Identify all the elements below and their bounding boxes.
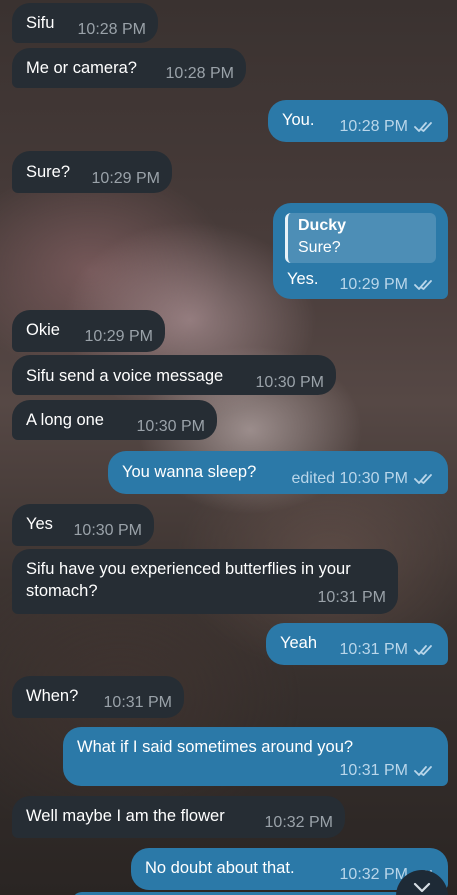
message-text: You wanna sleep? bbox=[122, 463, 257, 481]
message-time: 10:31 PM bbox=[339, 762, 408, 779]
message-time-wrap: 10:31 PM bbox=[340, 760, 436, 782]
message-time: 10:30 PM bbox=[73, 522, 142, 539]
double-check-icon bbox=[414, 644, 436, 656]
message-text: When? bbox=[26, 687, 79, 705]
incoming-message[interactable]: Okie 10:29 PM bbox=[12, 310, 165, 352]
message-time: 10:28 PM bbox=[339, 118, 408, 135]
double-check-icon bbox=[414, 279, 436, 291]
message-time-wrap: 10:31 PM bbox=[340, 639, 436, 661]
message-time-wrap: 10:29 PM bbox=[85, 326, 153, 348]
message-time: 10:31 PM bbox=[317, 589, 386, 606]
message-time: 10:31 PM bbox=[339, 641, 408, 658]
incoming-message[interactable]: Sure? 10:29 PM bbox=[12, 151, 172, 193]
incoming-message[interactable]: Well maybe I am the flower 10:32 PM bbox=[12, 796, 345, 838]
message-time-wrap: 10:29 PM bbox=[340, 274, 436, 296]
double-check-icon bbox=[414, 121, 436, 133]
message-text: Yes. bbox=[287, 270, 319, 288]
message-time-wrap: 10:31 PM bbox=[104, 692, 172, 714]
message-text: Sifu send a voice message bbox=[26, 367, 224, 385]
message-time-wrap: 10:28 PM bbox=[340, 116, 436, 138]
message-text: What if I said sometimes around you? bbox=[77, 738, 354, 756]
chat-history[interactable]: Sifu 10:28 PM Me or camera? 10:28 PM You… bbox=[0, 0, 457, 895]
double-check-icon bbox=[414, 765, 436, 777]
message-time: 10:29 PM bbox=[339, 276, 408, 293]
outgoing-message[interactable]: You. 10:28 PM bbox=[268, 100, 448, 142]
message-time-wrap: 10:30 PM bbox=[137, 416, 205, 438]
message-time-wrap: 10:28 PM bbox=[166, 63, 234, 85]
message-text: Me or camera? bbox=[26, 59, 137, 77]
message-text-line: Sifu have you experienced butterflies in… bbox=[26, 560, 351, 578]
incoming-message[interactable]: When? 10:31 PM bbox=[12, 676, 184, 718]
message-time: 10:31 PM bbox=[103, 694, 172, 711]
reply-preview[interactable]: Ducky Sure? bbox=[285, 213, 436, 263]
message-text: Well maybe I am the flower bbox=[26, 807, 225, 825]
outgoing-message[interactable]: You wanna sleep? edited 10:30 PM bbox=[108, 451, 448, 494]
reply-author: Ducky bbox=[298, 217, 347, 234]
outgoing-message[interactable]: Yeah 10:31 PM bbox=[266, 623, 448, 665]
outgoing-message[interactable]: What if I said sometimes around you? 10:… bbox=[63, 727, 448, 786]
message-text: You. bbox=[282, 111, 315, 129]
message-time: 10:29 PM bbox=[84, 328, 153, 345]
message-time-wrap: 10:32 PM bbox=[265, 812, 333, 834]
chevron-down-icon bbox=[412, 880, 432, 895]
incoming-message[interactable]: Me or camera? 10:28 PM bbox=[12, 48, 246, 88]
incoming-message[interactable]: Sifu have you experienced butterflies in… bbox=[12, 549, 398, 614]
double-check-icon bbox=[414, 473, 436, 485]
message-text: Sure? bbox=[26, 163, 71, 181]
message-text: No doubt about that. bbox=[145, 859, 295, 877]
message-text: A long one bbox=[26, 411, 104, 429]
message-time-wrap: 10:28 PM bbox=[78, 19, 146, 41]
message-time: 10:30 PM bbox=[255, 374, 324, 391]
incoming-message[interactable]: A long one 10:30 PM bbox=[12, 400, 217, 440]
outgoing-message[interactable]: Ducky Sure? Yes. 10:29 PM bbox=[273, 203, 448, 299]
reply-text: Sure? bbox=[298, 239, 341, 256]
message-time: edited 10:30 PM bbox=[291, 470, 408, 487]
message-time-wrap: 10:29 PM bbox=[92, 168, 160, 190]
message-text: Yeah bbox=[280, 634, 318, 652]
message-text: Yes bbox=[26, 515, 53, 533]
message-time: 10:28 PM bbox=[77, 21, 146, 38]
message-time: 10:32 PM bbox=[339, 866, 408, 883]
message-time-wrap: 10:31 PM bbox=[318, 587, 386, 609]
message-text: Sifu bbox=[26, 14, 55, 32]
incoming-message[interactable]: Sifu 10:28 PM bbox=[12, 3, 158, 43]
message-time: 10:32 PM bbox=[264, 814, 333, 831]
incoming-message[interactable]: Yes 10:30 PM bbox=[12, 504, 154, 546]
message-text: Okie bbox=[26, 321, 60, 339]
message-time-wrap: 10:30 PM bbox=[74, 520, 142, 542]
incoming-message[interactable]: Sifu send a voice message 10:30 PM bbox=[12, 355, 336, 395]
message-time-wrap: edited 10:30 PM bbox=[291, 468, 436, 490]
message-time: 10:29 PM bbox=[91, 170, 160, 187]
message-time: 10:28 PM bbox=[165, 65, 234, 82]
message-time-wrap: 10:30 PM bbox=[256, 372, 324, 394]
message-time: 10:30 PM bbox=[136, 418, 205, 435]
